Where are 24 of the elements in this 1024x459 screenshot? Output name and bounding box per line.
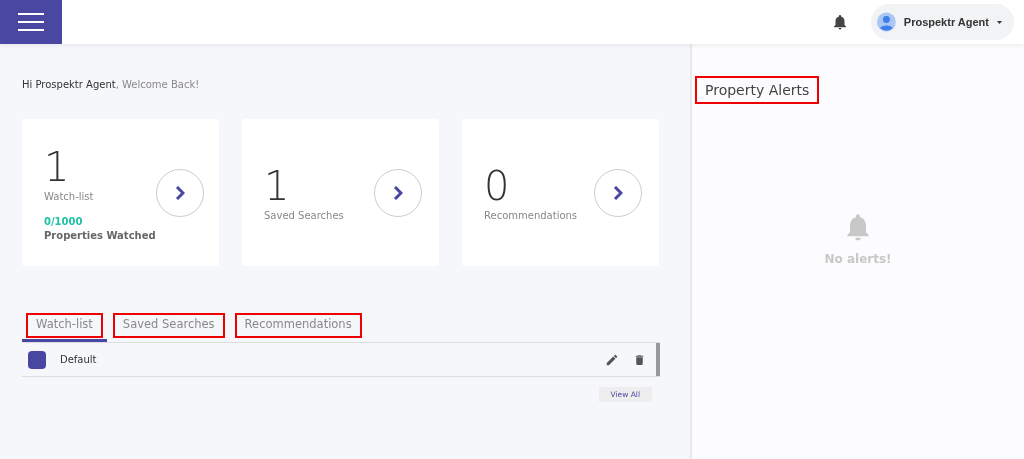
panel-title: Property Alerts	[697, 78, 818, 102]
stat-count: 0	[484, 164, 511, 208]
open-button[interactable]	[594, 168, 642, 217]
chevron-right-icon	[174, 185, 185, 200]
menu-icon	[18, 13, 44, 31]
chevron-right-icon	[613, 185, 623, 200]
stat-label: Watch-list	[44, 190, 95, 202]
stat-label: Saved Searches	[264, 210, 345, 221]
scrollbar[interactable]	[656, 343, 660, 376]
open-button[interactable]	[374, 168, 422, 217]
caret-icon	[997, 19, 1002, 25]
quota-count: 0/1000	[44, 215, 84, 227]
stat-count: 1	[44, 144, 71, 189]
watchlist-name: Default	[60, 354, 97, 365]
quota-label: Properties Watched	[44, 229, 156, 241]
stat-count: 1	[264, 164, 291, 208]
notification-bell-icon[interactable]	[831, 12, 849, 32]
menu-button[interactable]	[0, 0, 62, 44]
delete-icon[interactable]	[633, 352, 646, 367]
user-menu-button[interactable]: Prospektr Agent	[871, 4, 1014, 40]
edit-icon[interactable]	[605, 352, 619, 367]
stat-label: Recommendations	[484, 210, 579, 221]
chevron-right-icon	[393, 185, 403, 200]
greeting-text: Hi Prospektr Agent, Welcome Back!	[22, 79, 201, 90]
